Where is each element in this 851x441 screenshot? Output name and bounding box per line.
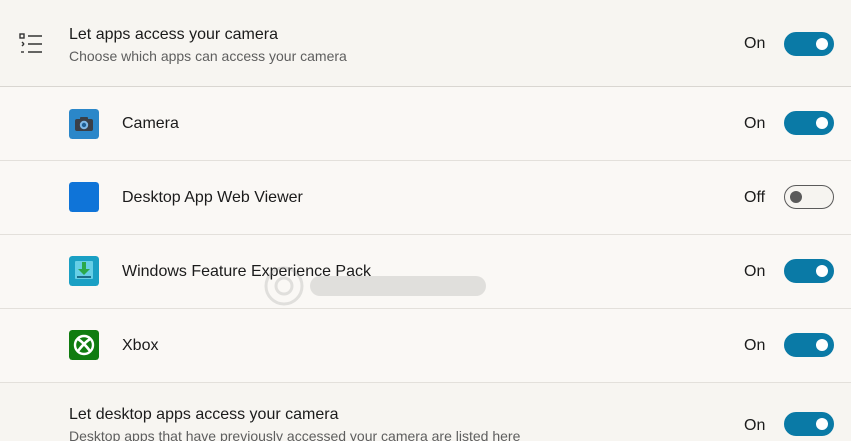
desktop-apps-access-subtitle: Desktop apps that have previously access… [69, 428, 521, 441]
app-row-desktop-app-web-viewer: Desktop App Web Viewer Off [0, 161, 851, 235]
app-state-camera: On [744, 115, 766, 132]
toggle-knob [816, 117, 828, 129]
toggle-knob [790, 190, 802, 203]
desktop-apps-access-state: On [744, 417, 766, 434]
camera-app-icon [69, 109, 99, 139]
toggle-knob [816, 265, 828, 277]
app-name-camera: Camera [122, 115, 179, 132]
camera-access-state: On [744, 35, 766, 52]
list-icon [19, 33, 42, 53]
toggle-knob [816, 418, 828, 430]
camera-app-toggle[interactable] [784, 111, 834, 135]
desktop-apps-access-toggle[interactable] [784, 412, 834, 436]
windows-feature-experience-pack-icon [69, 256, 99, 286]
camera-privacy-settings: Let apps access your camera Choose which… [0, 0, 851, 441]
app-state-desktop-app-web-viewer: Off [744, 189, 766, 206]
desktop-app-web-viewer-icon [69, 182, 99, 212]
desktop-apps-access-row: Let desktop apps access your camera Desk… [0, 383, 851, 441]
toggle-knob [816, 38, 828, 50]
camera-access-header-row: Let apps access your camera Choose which… [0, 0, 851, 87]
windows-feature-experience-pack-toggle[interactable] [784, 259, 834, 283]
desktop-app-web-viewer-toggle[interactable] [784, 185, 834, 209]
app-state-windows-feature-experience-pack: On [744, 263, 766, 280]
app-name-xbox: Xbox [122, 337, 159, 354]
app-row-windows-feature-experience-pack: Windows Feature Experience Pack On [0, 235, 851, 309]
toggle-knob [816, 339, 828, 351]
app-row-xbox: Xbox On [0, 309, 851, 383]
desktop-apps-access-text: Let desktop apps access your camera Desk… [69, 405, 520, 441]
xbox-toggle[interactable] [784, 333, 834, 357]
desktop-apps-access-title: Let desktop apps access your camera [69, 406, 339, 423]
app-row-camera: Camera On [0, 87, 851, 161]
app-state-xbox: On [744, 337, 766, 354]
camera-access-subtitle: Choose which apps can access your camera [69, 48, 347, 64]
app-name-windows-feature-experience-pack: Windows Feature Experience Pack [122, 263, 371, 280]
camera-access-title: Let apps access your camera [69, 26, 278, 43]
xbox-icon [69, 330, 99, 360]
app-name-desktop-app-web-viewer: Desktop App Web Viewer [122, 189, 303, 206]
camera-access-text: Let apps access your camera Choose which… [69, 25, 347, 65]
camera-access-toggle[interactable] [784, 32, 834, 56]
